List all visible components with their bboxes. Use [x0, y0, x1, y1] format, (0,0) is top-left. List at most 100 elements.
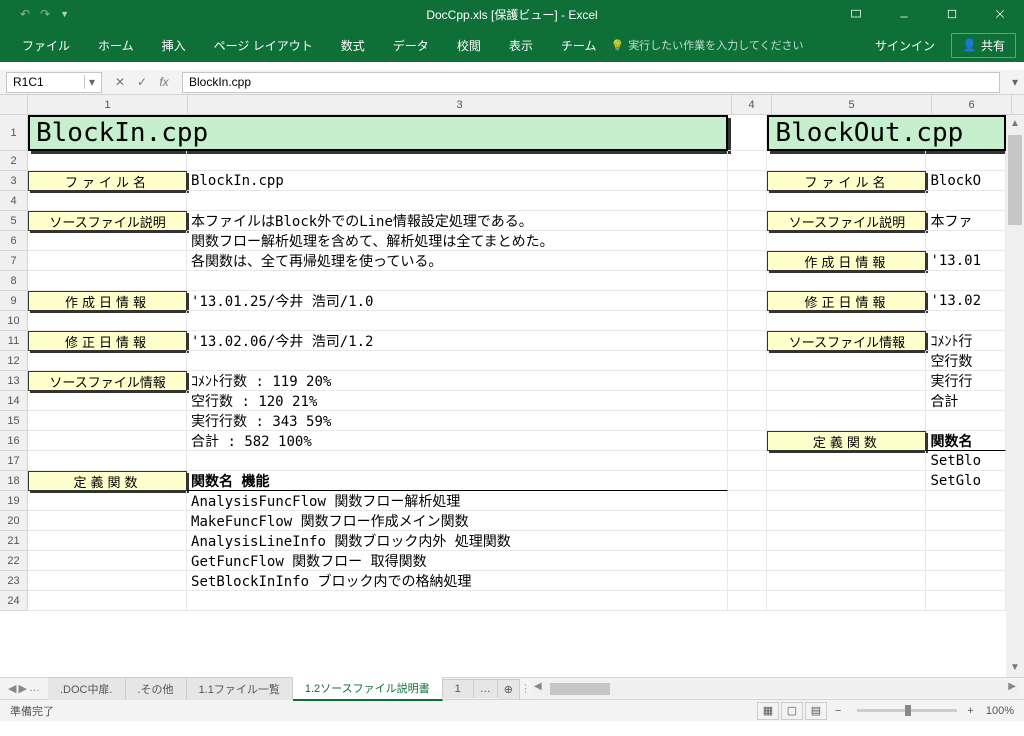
row-header[interactable]: 3 — [0, 171, 28, 191]
cell[interactable]: '13.02.06/今井 浩司/1.2 — [187, 331, 728, 351]
scroll-thumb[interactable] — [1008, 135, 1022, 225]
tab-nav-prev-icon[interactable]: ◀ — [8, 682, 16, 695]
row-header[interactable]: 7 — [0, 251, 28, 271]
row-header[interactable]: 11 — [0, 331, 28, 351]
cell[interactable] — [728, 271, 768, 291]
label-source-info-2[interactable]: ソースファイル情報 — [767, 331, 926, 351]
ribbon-display-icon[interactable] — [836, 0, 876, 28]
row-header[interactable]: 24 — [0, 591, 28, 611]
cell[interactable] — [28, 251, 187, 271]
cell[interactable] — [767, 351, 926, 371]
cell[interactable] — [926, 551, 1006, 571]
cell[interactable] — [926, 191, 1006, 211]
row-header[interactable]: 23 — [0, 571, 28, 591]
cell[interactable] — [767, 551, 926, 571]
cell[interactable]: ｺﾒﾝﾄ行数 : 119 20% — [187, 371, 728, 391]
close-button[interactable] — [980, 0, 1020, 28]
cell[interactable] — [728, 491, 768, 511]
cell[interactable] — [767, 391, 926, 411]
cell[interactable]: SetBlockInInfo ブロック内での格納処理 — [187, 571, 728, 591]
cell[interactable]: MakeFuncFlow 関数フロー作成メイン関数 — [187, 511, 728, 531]
cell[interactable] — [187, 151, 728, 171]
label-filename-1[interactable]: ファイル名 — [28, 171, 187, 191]
tab-file[interactable]: ファイル — [8, 28, 84, 62]
col-header[interactable]: 3 — [188, 95, 732, 114]
tab-view[interactable]: 表示 — [495, 28, 547, 62]
tab-nav-next-icon[interactable]: ▶ — [18, 682, 26, 695]
cell[interactable] — [728, 231, 768, 251]
tell-me-search[interactable]: 💡 実行したい作業を入力してください — [610, 37, 803, 53]
doc-title-2[interactable]: BlockOut.cpp — [767, 115, 1006, 151]
cell[interactable] — [767, 271, 926, 291]
label-source-desc-1[interactable]: ソースファイル説明 — [28, 211, 187, 231]
cell[interactable] — [728, 251, 768, 271]
cell[interactable] — [728, 511, 768, 531]
cell[interactable] — [28, 391, 187, 411]
formula-input[interactable]: BlockIn.cpp — [182, 72, 1000, 93]
row-header[interactable]: 15 — [0, 411, 28, 431]
scroll-up-icon[interactable]: ▲ — [1006, 115, 1024, 133]
cell[interactable]: 関数名 機能 — [187, 471, 728, 491]
cell[interactable]: AnalysisLineInfo 関数ブロック内外 処理関数 — [187, 531, 728, 551]
cell[interactable] — [926, 571, 1006, 591]
cell[interactable] — [926, 271, 1006, 291]
cell[interactable] — [767, 531, 926, 551]
cell[interactable] — [728, 411, 768, 431]
row-header[interactable]: 5 — [0, 211, 28, 231]
cell[interactable] — [728, 331, 768, 351]
cancel-formula-icon[interactable]: ✕ — [110, 75, 130, 89]
cell[interactable] — [28, 271, 187, 291]
sheet-tab-more[interactable]: … — [474, 679, 498, 698]
row-header[interactable]: 8 — [0, 271, 28, 291]
cell[interactable] — [767, 451, 926, 471]
cell[interactable] — [28, 411, 187, 431]
tab-team[interactable]: チーム — [547, 28, 611, 62]
cell[interactable]: 空行数 : 120 21% — [187, 391, 728, 411]
tab-home[interactable]: ホーム — [84, 28, 148, 62]
label-created-2[interactable]: 作成日情報 — [767, 251, 926, 271]
tab-nav-more-icon[interactable]: … — [29, 682, 40, 695]
col-header[interactable]: 1 — [28, 95, 188, 114]
cell[interactable] — [728, 371, 768, 391]
label-filename-2[interactable]: ファイル名 — [767, 171, 926, 191]
cell[interactable] — [28, 191, 187, 211]
col-header[interactable]: 5 — [772, 95, 932, 114]
cell[interactable] — [926, 311, 1006, 331]
cell[interactable]: '13.01 — [926, 251, 1006, 271]
cell[interactable]: 合計 : 582 100% — [187, 431, 728, 451]
cell[interactable] — [187, 311, 728, 331]
sheet-tab[interactable]: 1 — [443, 679, 474, 698]
qat-dropdown-icon[interactable]: ▼ — [60, 9, 69, 19]
cell[interactable] — [187, 271, 728, 291]
tab-data[interactable]: データ — [379, 28, 443, 62]
row-header[interactable]: 10 — [0, 311, 28, 331]
cell[interactable] — [28, 591, 187, 611]
col-header[interactable]: 6 — [932, 95, 1012, 114]
cell[interactable] — [926, 591, 1006, 611]
redo-icon[interactable]: ↷ — [40, 7, 50, 21]
fx-icon[interactable]: fx — [154, 75, 174, 89]
share-button[interactable]: 👤 共有 — [951, 33, 1016, 58]
cell[interactable] — [767, 491, 926, 511]
name-box[interactable]: R1C1 ▾ — [6, 72, 102, 93]
cell[interactable] — [926, 151, 1006, 171]
cell[interactable] — [728, 115, 768, 151]
label-def-funcs-1[interactable]: 定義関数 — [28, 471, 187, 491]
cell[interactable] — [728, 551, 768, 571]
cell[interactable] — [187, 351, 728, 371]
sheet-tab[interactable]: 1.1ファイル一覧 — [187, 677, 293, 700]
row-header[interactable]: 16 — [0, 431, 28, 451]
cell[interactable]: '13.02 — [926, 291, 1006, 311]
view-page-break-icon[interactable]: ▤ — [805, 702, 827, 720]
row-header[interactable]: 14 — [0, 391, 28, 411]
cell[interactable] — [28, 491, 187, 511]
scroll-down-icon[interactable]: ▼ — [1006, 659, 1024, 677]
sheet-tab[interactable]: .DOC中扉. — [48, 677, 126, 700]
zoom-slider[interactable] — [857, 709, 957, 712]
row-header[interactable]: 2 — [0, 151, 28, 171]
cell[interactable] — [728, 311, 768, 331]
sheet-tab[interactable]: 1.2ソースファイル説明書 — [293, 676, 443, 701]
cell[interactable]: 合計 — [926, 391, 1006, 411]
cell[interactable] — [728, 211, 768, 231]
row-header[interactable]: 1 — [0, 115, 28, 151]
